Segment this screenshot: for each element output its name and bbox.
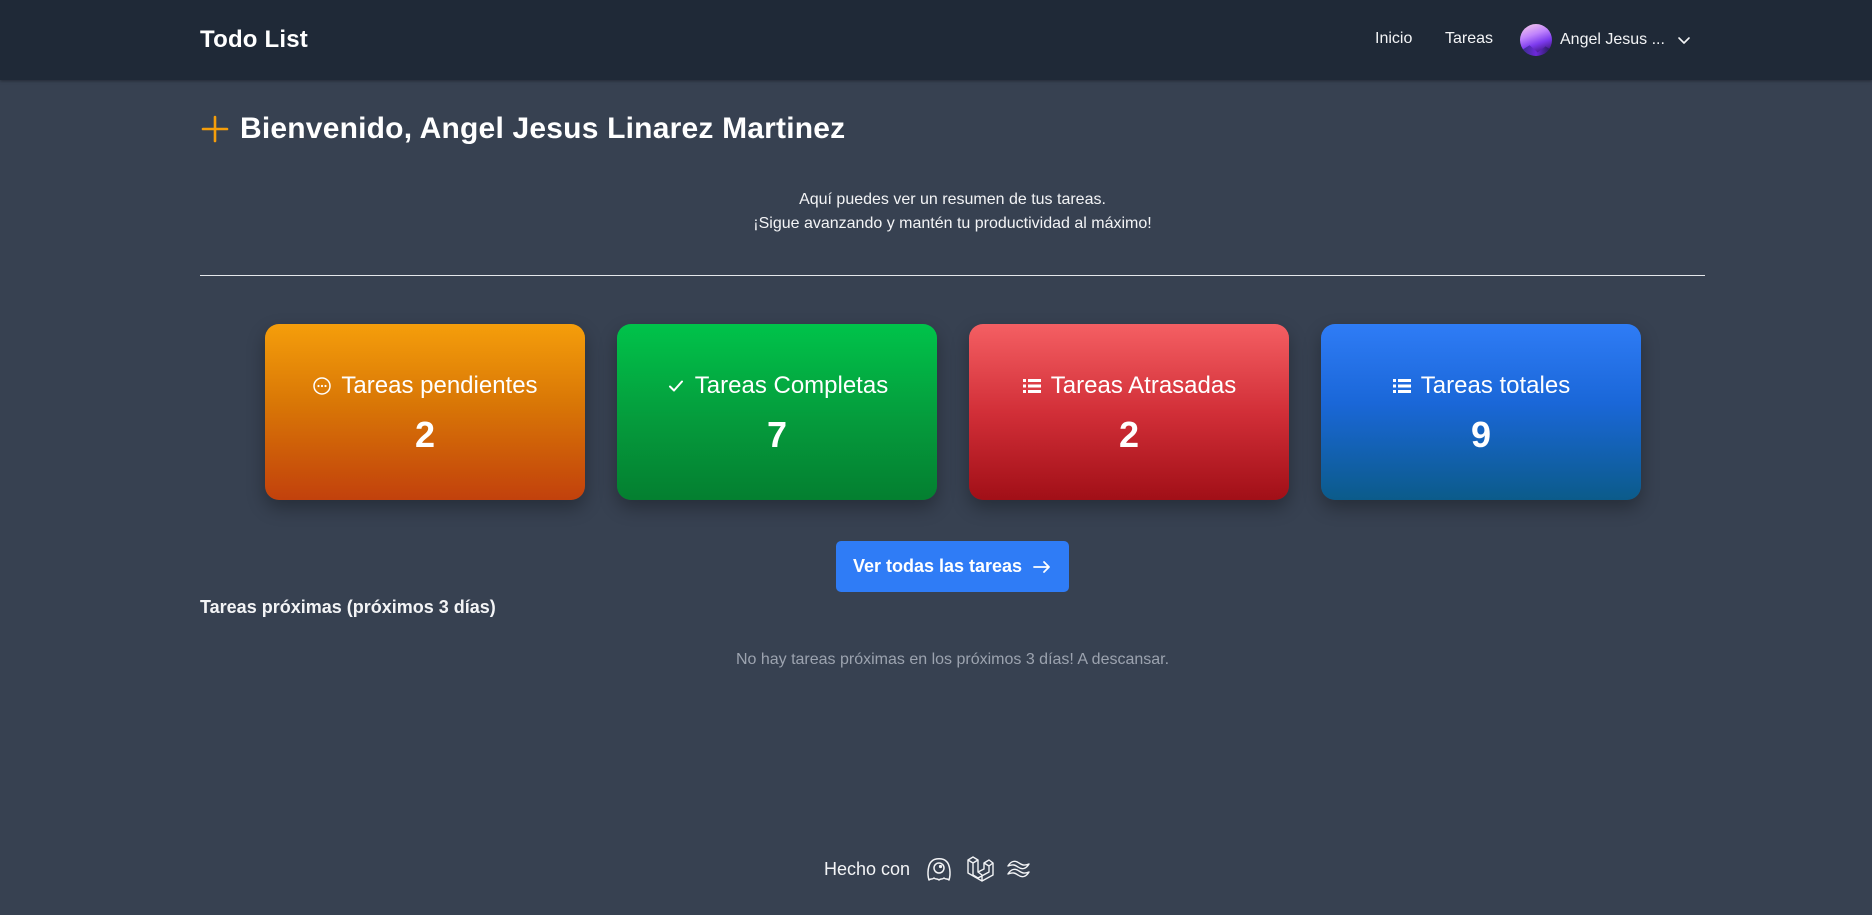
- card-pending-tasks: Tareas pendientes 2: [265, 324, 585, 500]
- view-all-tasks-button[interactable]: Ver todas las tareas: [836, 541, 1069, 592]
- card-count: 2: [414, 414, 436, 455]
- welcome-heading: Bienvenido, Angel Jesus Linarez Martinez: [200, 112, 845, 146]
- card-label: Tareas Atrasadas: [1050, 372, 1237, 399]
- brand-link[interactable]: Todo List: [200, 26, 308, 54]
- card-count: 7: [766, 414, 788, 455]
- arrow-right-icon: [1033, 560, 1050, 573]
- user-name: Angel Jesus ...: [1560, 31, 1665, 48]
- divider: [200, 275, 1705, 276]
- footer-text: Hecho con: [824, 858, 911, 879]
- tailwind-icon: [1007, 860, 1030, 878]
- card-label: Tareas totales: [1420, 372, 1571, 399]
- upcoming-empty-message: No hay tareas próximas en los próximos 3…: [735, 651, 1170, 668]
- upcoming-tasks-title: Tareas próximas (próximos 3 días): [200, 597, 496, 617]
- nav-link-tareas[interactable]: Tareas: [1445, 30, 1493, 48]
- card-overdue-tasks: Tareas Atrasadas 2: [969, 324, 1289, 500]
- subtitle-line-2: ¡Sigue avanzando y mantén tu productivid…: [753, 215, 1152, 232]
- chevron-down-icon: [1678, 37, 1690, 44]
- card-label: Tareas Completas: [694, 372, 889, 399]
- check-icon: [668, 380, 683, 392]
- subtitle-line-1: Aquí puedes ver un resumen de tus tareas…: [799, 191, 1106, 208]
- ellipsis-circle-icon: [313, 377, 332, 395]
- list-icon: [1022, 379, 1041, 393]
- list-icon: [1392, 379, 1411, 393]
- page-title: Bienvenido, Angel Jesus Linarez Martinez: [240, 112, 846, 145]
- plus-icon: [201, 115, 229, 143]
- card-total-tasks: Tareas totales 9: [1321, 324, 1641, 500]
- livewire-icon: [927, 858, 951, 881]
- card-count: 2: [1118, 414, 1140, 455]
- avatar: [1520, 24, 1552, 56]
- footer: Hecho con: [824, 852, 1044, 886]
- user-menu-dropdown[interactable]: Angel Jesus ...: [1520, 22, 1691, 58]
- view-all-tasks-label: Ver todas las tareas: [852, 556, 1023, 576]
- laravel-icon: [967, 856, 994, 882]
- card-completed-tasks: Tareas Completas 7: [617, 324, 937, 500]
- card-label: Tareas pendientes: [341, 372, 538, 399]
- navbar: Todo List Inicio Tareas Angel Jesus ...: [0, 0, 1872, 80]
- card-count: 9: [1470, 414, 1492, 455]
- nav-link-inicio[interactable]: Inicio: [1375, 30, 1412, 48]
